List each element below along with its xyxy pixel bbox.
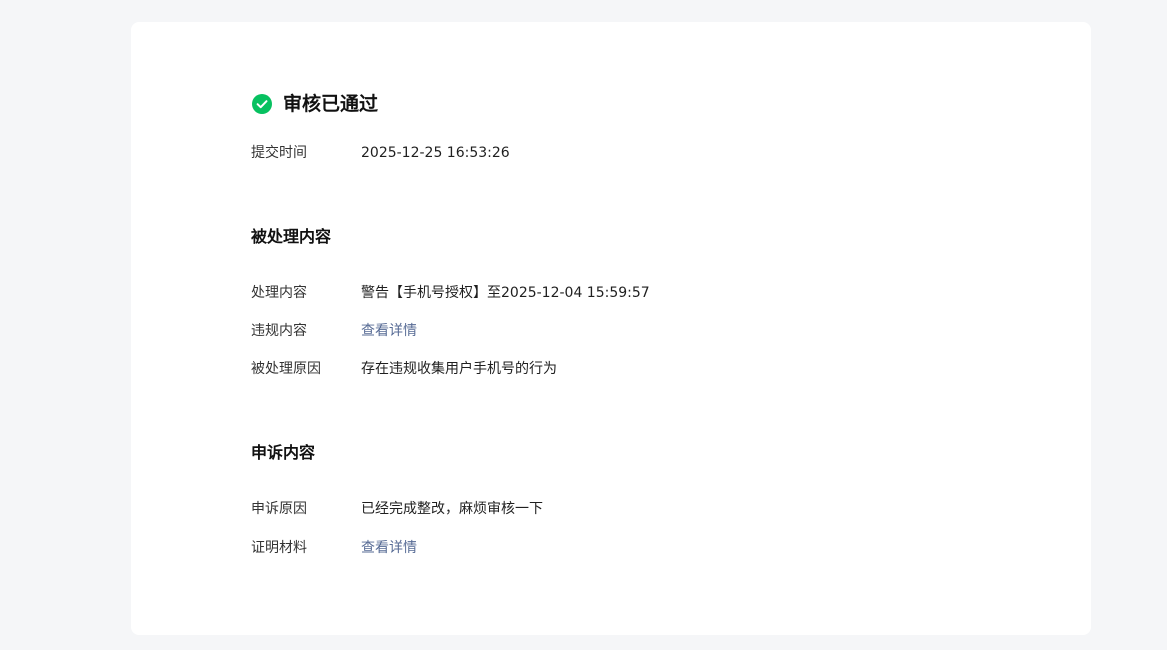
processed-reason-row: 被处理原因 存在违规收集用户手机号的行为 — [251, 359, 557, 379]
submit-time-value: 2025-12-25 16:53:26 — [361, 145, 510, 161]
violation-content-label: 违规内容 — [251, 323, 307, 339]
proof-material-row: 证明材料 查看详情 — [251, 538, 417, 558]
submit-time-row: 提交时间 2025-12-25 16:53:26 — [251, 143, 510, 163]
review-status: 审核已通过 — [252, 91, 378, 117]
appeal-reason-value: 已经完成整改，麻烦审核一下 — [361, 501, 543, 517]
check-circle-icon — [252, 94, 272, 114]
processed-content-row: 处理内容 警告【手机号授权】至2025-12-04 15:59:57 — [251, 283, 650, 303]
processed-reason-label: 被处理原因 — [251, 361, 321, 377]
violation-details-link[interactable]: 查看详情 — [361, 321, 417, 341]
proof-material-label: 证明材料 — [251, 540, 307, 556]
appeal-reason-label: 申诉原因 — [251, 501, 307, 517]
processed-content-label: 处理内容 — [251, 285, 307, 301]
processed-reason-value: 存在违规收集用户手机号的行为 — [361, 361, 557, 377]
processed-content-value: 警告【手机号授权】至2025-12-04 15:59:57 — [361, 285, 650, 301]
proof-details-link[interactable]: 查看详情 — [361, 538, 417, 558]
violation-content-row: 违规内容 查看详情 — [251, 321, 417, 341]
submit-time-label: 提交时间 — [251, 145, 307, 161]
status-title: 审核已通过 — [283, 93, 379, 115]
appeal-section-title: 申诉内容 — [251, 443, 316, 462]
appeal-reason-row: 申诉原因 已经完成整改，麻烦审核一下 — [251, 499, 543, 519]
processed-section-title: 被处理内容 — [251, 227, 332, 246]
review-result-card: 审核已通过 提交时间 2025-12-25 16:53:26 被处理内容 处理内… — [131, 22, 1091, 635]
